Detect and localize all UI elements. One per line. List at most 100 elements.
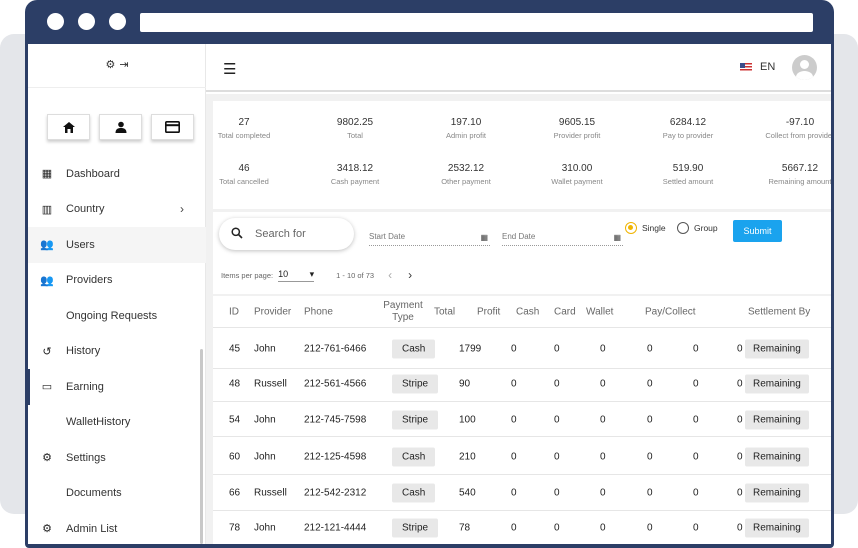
- sidebar-item-country[interactable]: ▥ Country ›: [28, 192, 206, 228]
- gear-icon[interactable]: ⚙: [105, 59, 115, 71]
- cell-phone: 212-121-4444: [304, 522, 367, 533]
- start-date-field[interactable]: Start Date ▦: [369, 232, 490, 246]
- payment-type-badge: Stripe: [392, 374, 439, 393]
- cell-collect: 0: [737, 522, 743, 533]
- group-icon: 👥: [40, 239, 54, 252]
- search-input[interactable]: [255, 228, 345, 240]
- top-bar: ☰ EN: [206, 44, 831, 92]
- sidebar-item-documents[interactable]: Documents: [28, 476, 206, 512]
- settlement-button[interactable]: Remaining: [745, 374, 809, 393]
- sidebar-item-history[interactable]: ↺ History: [28, 334, 206, 370]
- avatar[interactable]: [792, 55, 817, 80]
- radio-single[interactable]: Single: [625, 222, 666, 234]
- cell-cash: 0: [554, 414, 560, 425]
- radio-group[interactable]: Group: [677, 222, 718, 234]
- col-phone: Phone: [304, 306, 333, 317]
- profile-button[interactable]: [99, 114, 142, 140]
- col-pay-collect: Pay/Collect: [645, 306, 696, 317]
- home-button[interactable]: [47, 114, 90, 140]
- sidebar-item-users[interactable]: 👥 Users: [28, 227, 206, 263]
- stat-collect-from-provider: -97.10 Collect from provider: [765, 117, 831, 140]
- sidebar-item-label: Settings: [66, 451, 106, 464]
- payment-button[interactable]: [151, 114, 194, 140]
- col-wallet: Wallet: [586, 306, 614, 317]
- search-box[interactable]: [219, 218, 354, 250]
- sidebar-item-earning[interactable]: ▭ Earning: [28, 369, 206, 405]
- settlement-button[interactable]: Remaining: [745, 518, 809, 537]
- sidebar-item-label: Users: [66, 238, 95, 251]
- settlement-button[interactable]: Remaining: [745, 447, 809, 466]
- language-selector[interactable]: EN: [740, 61, 775, 73]
- stat-cash-payment: 3418.12 Cash payment: [330, 163, 380, 186]
- stat-remaining-amount: 5667.12 Remaining amount: [768, 163, 831, 186]
- settlement-button[interactable]: Remaining: [745, 339, 809, 358]
- sidebar-item-settings[interactable]: ⚙ Settings: [28, 440, 206, 476]
- calendar-icon[interactable]: ▦: [480, 233, 488, 242]
- calendar-icon[interactable]: ▦: [613, 233, 621, 242]
- sidebar-scrollbar[interactable]: [200, 349, 203, 544]
- group-icon: 👥: [40, 274, 54, 287]
- table-row: 78 John 212-121-4444 Stripe 78 0 0 0 0 0 0 Remainin…: [213, 511, 831, 544]
- cell-profit: 0: [511, 451, 517, 462]
- items-per-page-select[interactable]: 10 ▾: [278, 269, 315, 282]
- sidebar-item-label: Providers: [66, 274, 113, 287]
- cell-phone: 212-561-4566: [304, 378, 367, 389]
- divider: [28, 87, 206, 88]
- submit-button[interactable]: Submit: [733, 220, 782, 242]
- payment-type-badge: Stripe: [392, 410, 439, 429]
- cell-card: 0: [600, 414, 606, 425]
- cell-provider: Russell: [254, 487, 287, 498]
- building-icon: ▥: [41, 203, 53, 216]
- col-card: Card: [554, 306, 576, 317]
- address-bar[interactable]: [140, 13, 813, 32]
- sidebar-item-label: Country: [66, 203, 105, 216]
- payment-type-badge: Cash: [392, 339, 436, 358]
- end-date-field[interactable]: End Date ▦: [502, 232, 623, 246]
- cell-id: 66: [229, 487, 241, 498]
- sidebar-item-ongoing-requests[interactable]: Ongoing Requests: [28, 298, 206, 334]
- gear-icon: ⚙: [42, 452, 52, 465]
- cell-profit: 0: [511, 378, 517, 389]
- stat-provider-profit: 9605.15 Provider profit: [553, 117, 601, 140]
- settlement-button[interactable]: Remaining: [745, 410, 809, 429]
- menu-icon[interactable]: ☰: [223, 60, 236, 78]
- cell-cash: 0: [554, 487, 560, 498]
- next-page-icon[interactable]: ›: [408, 268, 412, 282]
- cell-cash: 0: [554, 343, 560, 354]
- cell-id: 60: [229, 451, 241, 462]
- quick-actions: [47, 114, 194, 140]
- sidebar-item-dashboard[interactable]: ▦ Dashboard: [28, 156, 206, 192]
- sidebar-menu: ▦ Dashboard ▥ Country › 👥 Users 👥 Providers O…: [28, 156, 206, 544]
- dashboard-icon: ▦: [41, 168, 53, 181]
- payment-type-badge: Cash: [392, 483, 436, 502]
- sidebar-top-icons: ⚙ ⇥: [28, 58, 206, 71]
- sidebar-item-wallet-history[interactable]: WalletHistory: [28, 405, 206, 441]
- cell-collect: 0: [737, 414, 743, 425]
- language-label: EN: [760, 61, 776, 73]
- previous-page-icon[interactable]: ‹: [388, 268, 392, 282]
- browser-frame: ⚙ ⇥ ▦ Dashboard ▥ Country › 👥 Users 👥 Provider…: [25, 0, 834, 548]
- sidebar-item-label: Ongoing Requests: [66, 309, 158, 322]
- cell-provider: John: [254, 414, 276, 425]
- cell-card: 0: [600, 343, 606, 354]
- col-cash: Cash: [516, 306, 540, 317]
- cell-total: 1799: [459, 343, 482, 354]
- cell-id: 78: [229, 522, 241, 533]
- stat-wallet-payment: 310.00 Wallet payment: [551, 163, 603, 186]
- cell-phone: 212-542-2312: [304, 487, 367, 498]
- paginator: Items per page: 10 ▾ 1 - 10 of 73 ‹ ›: [221, 268, 412, 282]
- sidebar-item-admin-list[interactable]: ⚙ Admin List: [28, 511, 206, 544]
- cell-provider: Russell: [254, 378, 287, 389]
- sidebar-item-providers[interactable]: 👥 Providers: [28, 263, 206, 299]
- cell-card: 0: [600, 522, 606, 533]
- cell-card: 0: [600, 378, 606, 389]
- col-total: Total: [434, 306, 456, 317]
- cell-cash: 0: [554, 451, 560, 462]
- table-row: 48 Russell 212-561-4566 Stripe 90 0 0 0 0 0 0 Remai…: [213, 366, 831, 402]
- logout-icon[interactable]: ⇥: [119, 59, 128, 71]
- cell-pay: 0: [693, 378, 699, 389]
- main-panel: ☰ EN 27 Total completed 9802.25 Total 197.…: [206, 44, 831, 544]
- us-flag-icon: [740, 62, 752, 72]
- settlement-button[interactable]: Remaining: [745, 483, 809, 502]
- cell-wallet: 0: [647, 522, 653, 533]
